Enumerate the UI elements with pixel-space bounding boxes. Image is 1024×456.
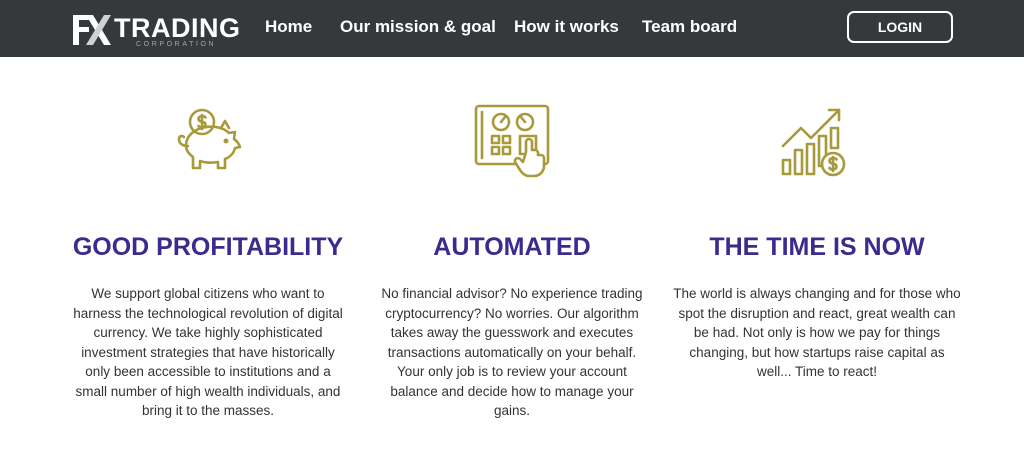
feature-title: THE TIME IS NOW bbox=[709, 233, 925, 261]
feature-description: No financial advisor? No experience trad… bbox=[381, 286, 643, 418]
nav-item-mission[interactable]: Our mission & goal bbox=[340, 17, 496, 37]
brand-tagline: CORPORATION bbox=[136, 41, 217, 48]
nav-item-team-board[interactable]: Team board bbox=[642, 17, 737, 37]
feature-description: The world is always changing and for tho… bbox=[673, 286, 961, 379]
feature-description: We support global citizens who want to h… bbox=[73, 286, 343, 418]
login-button[interactable]: LOGIN bbox=[847, 11, 953, 43]
top-navbar: TRADING CORPORATION Home Our mission & g… bbox=[0, 0, 1024, 57]
feature-title: GOOD PROFITABILITY bbox=[72, 233, 344, 261]
feature-the-time-is-now: THE TIME IS NOW The world is always chan… bbox=[667, 100, 967, 379]
nav-item-how-it-works[interactable]: How it works bbox=[514, 17, 619, 37]
control-panel-icon bbox=[474, 104, 550, 178]
brand-name: TRADING bbox=[114, 13, 241, 43]
fx-logo-mark-icon bbox=[73, 15, 111, 45]
feature-good-profitability: GOOD PROFITABILITY We support global cit… bbox=[58, 100, 358, 418]
piggy-bank-icon bbox=[177, 108, 242, 170]
feature-automated: AUTOMATED No financial advisor? No exper… bbox=[362, 100, 662, 418]
growth-chart-icon bbox=[781, 108, 846, 177]
nav-item-home[interactable]: Home bbox=[265, 17, 312, 37]
feature-title: AUTOMATED bbox=[433, 233, 591, 261]
